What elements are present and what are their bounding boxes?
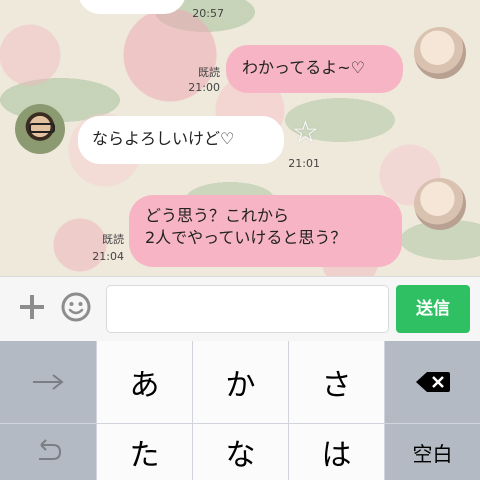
arrow-right-icon [33, 374, 64, 390]
message-bubble-sent[interactable]: どう思う？これから 2人でやっていけると思う？ [129, 195, 402, 267]
message-time: 21:04 [92, 250, 124, 263]
my-avatar[interactable] [414, 178, 466, 230]
backspace-icon [415, 372, 450, 392]
message-bubble-received[interactable]: ならよろしいけど♡ [78, 116, 284, 164]
undo-key[interactable] [0, 424, 96, 480]
next-candidate-key[interactable] [0, 341, 96, 423]
chat-area[interactable]: 20:57 既読 21:00 わかってるよ~♡ ならよろしいけど♡ ☆ 21:0… [0, 0, 480, 276]
message-text-line: 2人でやっていけると思う？ [145, 228, 347, 247]
send-button[interactable]: 送信 [396, 285, 470, 333]
message-text: ならよろしいけど♡ [92, 129, 235, 148]
space-key-label: 空白 [412, 441, 453, 466]
star-icon: ☆ [292, 115, 319, 150]
read-receipt: 既読 [102, 233, 124, 246]
emoji-icon[interactable] [60, 291, 92, 323]
friend-avatar[interactable] [15, 104, 65, 154]
undo-icon [39, 439, 62, 460]
message-time: 21:01 [288, 157, 320, 170]
key-sa[interactable]: さ [289, 341, 384, 423]
plus-icon[interactable] [16, 291, 48, 323]
key-ta[interactable]: た [97, 424, 192, 480]
read-receipt: 既読 [198, 66, 220, 79]
my-avatar[interactable] [414, 27, 466, 79]
message-input[interactable] [106, 285, 389, 333]
key-ka[interactable]: か [193, 341, 288, 423]
message-input-bar: 送信 [0, 276, 480, 341]
message-time: 20:57 [192, 7, 224, 20]
key-a[interactable]: あ [97, 341, 192, 423]
key-ha[interactable]: は [289, 424, 384, 480]
message-text-line: どう思う？これから [145, 206, 290, 225]
message-time: 21:00 [188, 81, 220, 94]
message-bubble-partial[interactable] [78, 0, 186, 14]
key-na[interactable]: な [193, 424, 288, 480]
message-bubble-sent[interactable]: わかってるよ~♡ [226, 45, 403, 93]
message-text: わかってるよ~♡ [242, 58, 365, 77]
keyboard: あ か さ た な は 空白 [0, 341, 480, 480]
backspace-key[interactable] [385, 341, 480, 423]
space-key[interactable]: 空白 [385, 424, 480, 480]
